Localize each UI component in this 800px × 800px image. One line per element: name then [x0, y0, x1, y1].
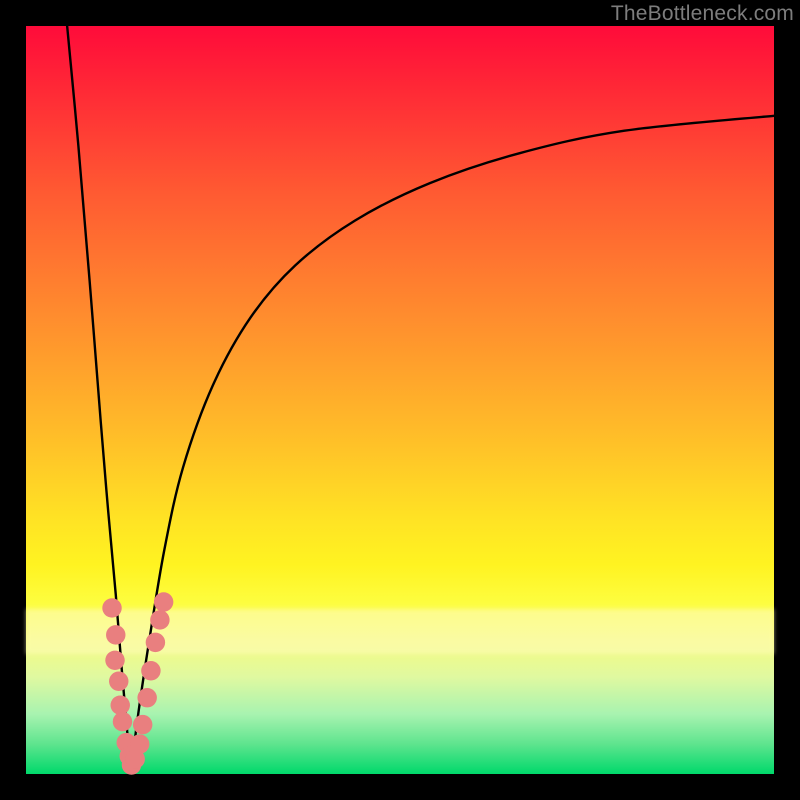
scatter-dot: [106, 625, 125, 644]
scatter-dot: [113, 712, 132, 731]
plot-area: [26, 26, 774, 774]
scatter-dot: [137, 688, 156, 707]
scatter-dot: [146, 633, 165, 652]
scatter-dot: [141, 661, 160, 680]
scatter-dot: [154, 592, 173, 611]
scatter-dot: [133, 715, 152, 734]
scatter-dot: [105, 651, 124, 670]
scatter-dot: [111, 695, 130, 714]
watermark-text: TheBottleneck.com: [611, 2, 794, 26]
curve-right-branch: [131, 116, 774, 774]
chart-svg: [26, 26, 774, 774]
scatter-dot: [109, 672, 128, 691]
scatter-dots: [102, 592, 173, 775]
scatter-dot: [102, 598, 121, 617]
scatter-dot: [150, 610, 169, 629]
scatter-dot: [130, 734, 149, 753]
